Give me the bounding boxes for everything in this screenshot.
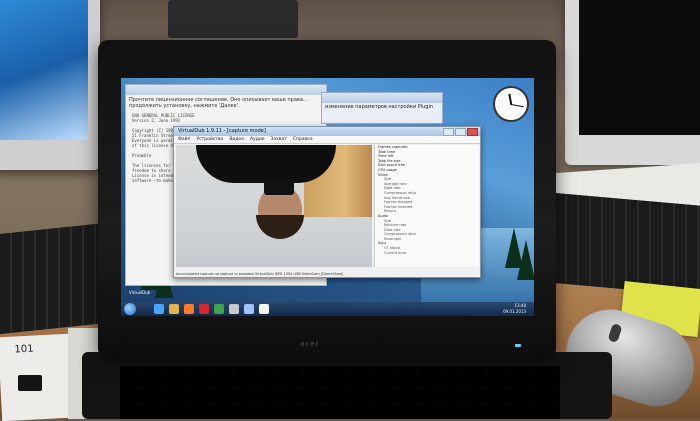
explorer-icon[interactable] bbox=[169, 304, 179, 314]
app-icon[interactable] bbox=[259, 304, 269, 314]
app-icon[interactable] bbox=[244, 304, 254, 314]
left-monitor-screen bbox=[0, 0, 88, 140]
opera-icon[interactable] bbox=[199, 304, 209, 314]
start-orb[interactable] bbox=[124, 303, 136, 315]
close-button[interactable] bbox=[467, 128, 478, 136]
webcam-phone bbox=[264, 179, 294, 195]
license-header-line: продолжить установку, нажмите 'Далее'. bbox=[129, 103, 240, 109]
capture-stats-panel: Frames captured Total time Time left Total … bbox=[374, 145, 479, 267]
menu-video[interactable]: Видео bbox=[229, 136, 244, 143]
power-led bbox=[515, 344, 521, 347]
webcam-person-shirt bbox=[196, 145, 336, 183]
menu-help[interactable]: Справка bbox=[293, 136, 313, 143]
minimize-button[interactable] bbox=[443, 128, 454, 136]
app-icon[interactable] bbox=[229, 304, 239, 314]
wallpaper-tree bbox=[517, 240, 534, 280]
ie-icon[interactable] bbox=[154, 304, 164, 314]
desktop-icon-label[interactable]: VirtualDub bbox=[129, 290, 150, 295]
clock-minute-hand bbox=[510, 104, 524, 108]
taskbar: 13:48 09.01.2013 bbox=[121, 302, 534, 316]
media-icon[interactable] bbox=[184, 304, 194, 314]
taskbar-clock[interactable]: 13:48 09.01.2013 bbox=[503, 303, 526, 315]
laptop-keyboard bbox=[120, 366, 560, 419]
settings-window[interactable]: изменение параметров настройки Plugin bbox=[321, 92, 443, 124]
left-monitor bbox=[0, 0, 100, 170]
menu-audio[interactable]: Аудио bbox=[250, 136, 265, 143]
taskbar-date: 09.01.2013 bbox=[503, 309, 526, 314]
clock-gadget[interactable] bbox=[493, 86, 529, 122]
virtualdub-window[interactable]: VirtualDub 1.9.11 - [capture mode] Файл … bbox=[173, 126, 481, 278]
settings-window-title: изменение параметров настройки Plugin bbox=[325, 104, 434, 110]
virtualdub-title: VirtualDub 1.9.11 - [capture mode] bbox=[178, 128, 266, 134]
maximize-button[interactable] bbox=[455, 128, 466, 136]
virtualdub-statusbar: Accumulated capture no capture in progre… bbox=[176, 272, 344, 276]
capture-stat-label: Current error bbox=[384, 250, 407, 255]
webcam-preview bbox=[176, 145, 372, 267]
license-header: Прочтите лицензионное соглашение. Оно оп… bbox=[126, 95, 326, 111]
menu-device[interactable]: Устройство bbox=[196, 136, 223, 143]
right-monitor-screen bbox=[579, 0, 700, 135]
laptop-screen: VirtualDub Прочтите лицензионное соглаше… bbox=[121, 78, 534, 316]
menu-file[interactable]: Файл bbox=[178, 136, 190, 143]
chrome-icon[interactable] bbox=[214, 304, 224, 314]
settings-window-titlebar[interactable] bbox=[322, 93, 442, 103]
paper-note-text: 101 bbox=[14, 343, 34, 356]
virtualdub-titlebar[interactable]: VirtualDub 1.9.11 - [capture mode] bbox=[174, 127, 480, 136]
laptop-brand: acer bbox=[300, 340, 320, 348]
virtualdub-menubar: Файл Устройство Видео Аудио Захват Справ… bbox=[174, 136, 480, 144]
wall-device bbox=[168, 0, 298, 38]
license-window-titlebar[interactable] bbox=[126, 85, 326, 95]
right-monitor bbox=[565, 0, 700, 165]
menu-capture[interactable]: Захват bbox=[271, 136, 287, 143]
usb-drive bbox=[18, 375, 42, 391]
